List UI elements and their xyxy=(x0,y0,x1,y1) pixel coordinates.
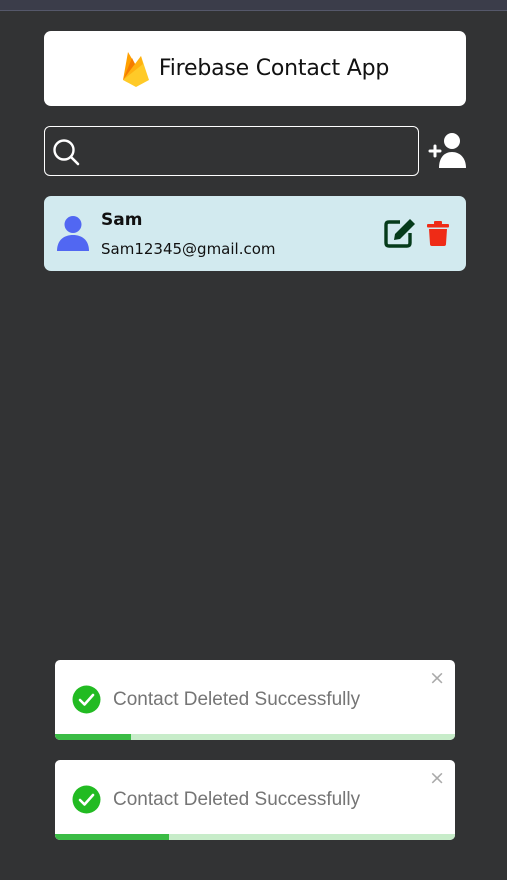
toast-progress-track xyxy=(55,734,455,740)
search-icon xyxy=(53,139,80,166)
contact-email: Sam12345@gmail.com xyxy=(101,240,276,258)
toast-message: Contact Deleted Successfully xyxy=(113,789,361,810)
search-input[interactable] xyxy=(45,127,418,175)
contact-card: Sam Sam12345@gmail.com xyxy=(44,196,466,271)
app-header: Firebase Contact App xyxy=(44,31,466,106)
edit-icon xyxy=(384,219,415,248)
contact-name: Sam xyxy=(101,210,143,230)
check-circle-icon xyxy=(72,685,101,714)
toast-message: Contact Deleted Successfully xyxy=(113,689,361,710)
app-title: Firebase Contact App xyxy=(158,56,390,81)
toast-close-button[interactable]: × xyxy=(429,668,445,688)
trash-icon xyxy=(427,221,449,246)
user-icon xyxy=(57,216,89,251)
search-bar xyxy=(44,126,419,176)
add-contact-button[interactable] xyxy=(428,130,468,170)
toast-close-button[interactable]: × xyxy=(429,768,445,788)
firebase-logo xyxy=(122,51,149,87)
window-top-bar xyxy=(0,0,507,11)
check-circle-icon xyxy=(72,785,101,814)
toast-notification: Contact Deleted Successfully × xyxy=(55,660,455,740)
edit-contact-button[interactable] xyxy=(384,218,416,248)
toast-progress-bar xyxy=(55,834,169,840)
delete-contact-button[interactable] xyxy=(427,221,449,246)
toast-progress-track xyxy=(55,834,455,840)
toast-notification: Contact Deleted Successfully × xyxy=(55,760,455,840)
add-user-icon xyxy=(428,133,466,168)
toast-progress-bar xyxy=(55,734,131,740)
